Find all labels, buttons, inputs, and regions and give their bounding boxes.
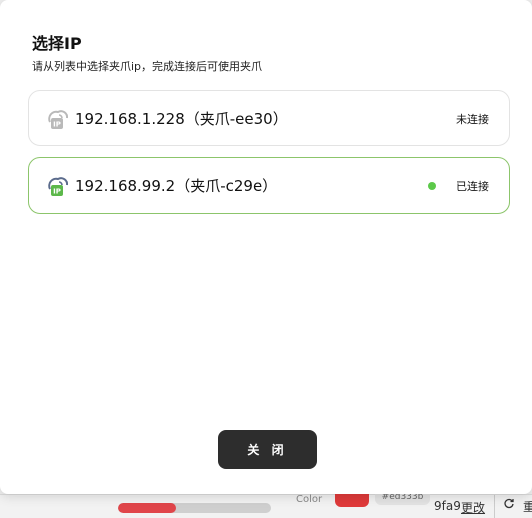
wifi-ip-icon: IP xyxy=(45,173,71,197)
svg-text:IP: IP xyxy=(53,188,61,196)
background-toolbar: Color #ed333b 9fa9 更改 重 xyxy=(0,492,532,518)
connection-status: 未连接 xyxy=(456,113,489,126)
ip-card-connected[interactable]: IP 192.168.99.2（夹爪-c29e） 已连接 xyxy=(28,157,510,214)
connected-status-dot xyxy=(428,182,436,190)
change-link[interactable]: 更改 xyxy=(461,499,485,516)
cut-off-text: 重 xyxy=(523,500,532,514)
background-progress-fill xyxy=(118,503,177,513)
connection-status: 已连接 xyxy=(456,180,489,193)
wifi-ip-icon: IP xyxy=(45,106,71,130)
svg-text:IP: IP xyxy=(53,121,61,129)
ip-card-disconnected[interactable]: IP 192.168.1.228（夹爪-ee30） 未连接 xyxy=(28,90,510,146)
color-swatch[interactable] xyxy=(335,493,369,507)
refresh-icon[interactable] xyxy=(503,498,515,513)
dialog-subtitle: 请从列表中选择夹爪ip，完成连接后可使用夹爪 xyxy=(32,60,263,73)
ip-label: 192.168.99.2（夹爪-c29e） xyxy=(75,177,278,195)
ip-label: 192.168.1.228（夹爪-ee30） xyxy=(75,110,288,128)
select-ip-dialog: 选择IP 请从列表中选择夹爪ip，完成连接后可使用夹爪 IP 192.168.1… xyxy=(0,0,532,494)
dialog-title: 选择IP xyxy=(32,34,82,53)
color-label: Color xyxy=(296,494,323,505)
background-progress-bar xyxy=(118,503,271,513)
hash-suffix: 9fa9 xyxy=(434,499,461,513)
close-button[interactable]: 关 闭 xyxy=(218,430,317,469)
toolbar-divider xyxy=(494,495,495,518)
